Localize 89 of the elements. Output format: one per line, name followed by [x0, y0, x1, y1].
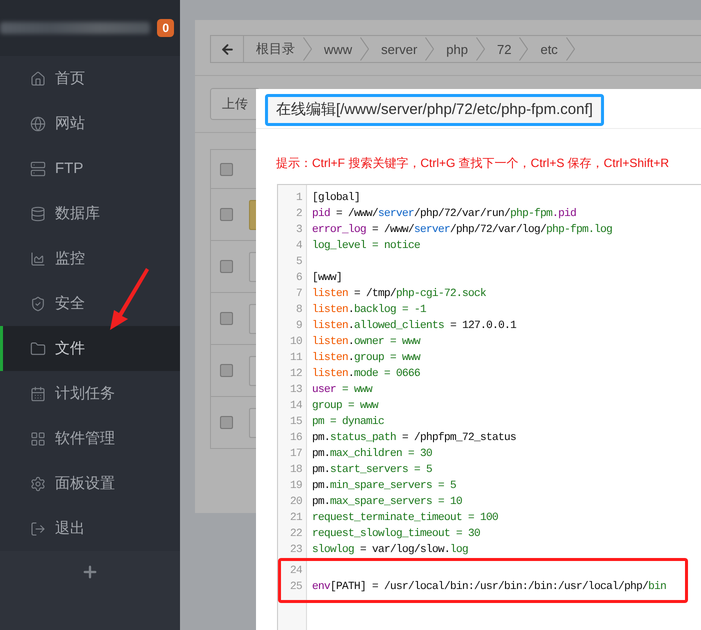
line-number: 4 — [294, 240, 302, 252]
line-number: 6 — [294, 272, 302, 284]
add-icon[interactable] — [81, 563, 99, 581]
line-number: 7 — [294, 288, 302, 300]
checkbox[interactable] — [220, 312, 233, 325]
line-number: 10 — [288, 336, 302, 348]
code-line: pm.status_path = /phpfpm_72_status — [312, 432, 516, 444]
line-number: 14 — [288, 400, 302, 412]
code-line: pm = dynamic — [312, 416, 384, 428]
code-line: pid = /www/server/php/72/var/run/php-fpm.pid — [312, 208, 576, 220]
breadcrumb-link[interactable]: www — [324, 42, 352, 56]
line-number: 8 — [294, 304, 302, 316]
nav-icon — [30, 386, 46, 402]
breadcrumb-link[interactable]: 根目录 — [256, 40, 295, 58]
notification-badge: 0 — [157, 19, 174, 37]
line-number: 5 — [294, 256, 302, 268]
sidebar-item[interactable]: 计划任务 — [0, 371, 180, 416]
line-number: 2 — [294, 208, 302, 220]
line-number: 21 — [288, 512, 302, 524]
nav-icon — [30, 116, 46, 132]
line-number: 24 — [288, 565, 302, 577]
line-number: 3 — [294, 224, 302, 236]
breadcrumb-link[interactable]: etc — [540, 42, 558, 56]
code-line: [www] — [312, 272, 342, 284]
line-number: 18 — [288, 464, 302, 476]
code-line: listen.group = www — [312, 352, 420, 364]
checkbox[interactable] — [220, 416, 233, 429]
checkbox[interactable] — [220, 208, 233, 221]
sidebar-item[interactable]: 软件管理 — [0, 416, 180, 461]
sidebar-item[interactable]: 首页 — [0, 56, 180, 101]
code-line: user = www — [312, 384, 372, 396]
upload-button[interactable]: 上传 — [210, 88, 260, 120]
line-number: 25 — [288, 581, 302, 593]
code-line: request_slowlog_timeout = 30 — [312, 528, 480, 540]
code-line: listen.allowed_clients = 127.0.0.1 — [312, 320, 516, 332]
line-number: 17 — [288, 448, 302, 460]
code-line: env[PATH] = /usr/local/bin:/usr/bin:/bin:/usr/local/php/bin — [312, 581, 666, 593]
line-number: 19 — [288, 480, 302, 492]
sidebar-item[interactable]: 安全 — [0, 281, 180, 326]
line-number: 13 — [288, 384, 302, 396]
line-number: 22 — [288, 528, 302, 540]
code-line: pm.start_servers = 5 — [312, 464, 432, 476]
sidebar-item[interactable]: 面板设置 — [0, 461, 180, 506]
sidebar-item[interactable]: 网站 — [0, 101, 180, 146]
sidebar-item[interactable]: 数据库 — [0, 191, 180, 236]
code-line: error_log = /www/server/php/72/var/log/php-fpm.log — [312, 224, 612, 236]
sidebar-item[interactable]: FTP — [0, 146, 180, 191]
nav-icon — [30, 340, 46, 356]
code-line: log_level = notice — [312, 240, 420, 252]
sidebar-item[interactable]: 文件 — [0, 326, 180, 371]
code-line: pm.max_children = 30 — [312, 448, 432, 460]
breadcrumb-link[interactable]: php — [446, 42, 468, 56]
nav-icon — [30, 206, 46, 222]
code-line: slowlog = var/log/slow.log — [312, 544, 468, 556]
nav-icon — [30, 430, 46, 446]
code-line: listen = /tmp/php-cgi-72.sock — [312, 288, 486, 300]
dialog-title: 在线编辑[/www/server/php/72/etc/php-fpm.conf] — [265, 94, 604, 126]
breadcrumb-link[interactable]: server — [381, 42, 418, 56]
code-line: pm.max_spare_servers = 10 — [312, 496, 462, 508]
line-number: 9 — [294, 320, 302, 332]
sidebar-item[interactable]: 退出 — [0, 506, 180, 551]
nav-icon — [30, 520, 46, 536]
code-line: group = www — [312, 400, 378, 412]
code-line: listen.mode = 0666 — [312, 368, 420, 380]
nav-icon — [30, 250, 46, 266]
code-line: pm.min_spare_servers = 5 — [312, 480, 456, 492]
nav-icon — [30, 296, 46, 312]
nav-icon — [30, 70, 46, 86]
hint-text: 提示：Ctrl+F 搜索关键字，Ctrl+G 查找下一个，Ctrl+S 保存，Ctrl+Shift+R — [276, 155, 670, 172]
line-number: 20 — [288, 496, 302, 508]
checkbox[interactable] — [220, 364, 233, 377]
line-number: 11 — [288, 352, 302, 364]
code-line: request_terminate_timeout = 100 — [312, 512, 498, 524]
code-line: listen.backlog = -1 — [312, 304, 426, 316]
line-number: 15 — [288, 416, 302, 428]
line-number: 1 — [294, 192, 302, 204]
line-number: 23 — [288, 544, 302, 556]
checkbox[interactable] — [220, 260, 233, 273]
code-editor[interactable] — [277, 184, 701, 630]
code-line: listen.owner = www — [312, 336, 420, 348]
sidebar-item[interactable]: 监控 — [0, 236, 180, 281]
line-number: 12 — [288, 368, 302, 380]
breadcrumb-link[interactable]: 72 — [497, 42, 512, 56]
code-line: [global] — [312, 192, 360, 204]
nav-icon — [30, 160, 46, 176]
arrow-annotation — [108, 268, 152, 332]
line-number: 16 — [288, 432, 302, 444]
nav-icon — [30, 476, 46, 492]
checkbox[interactable] — [220, 162, 233, 176]
